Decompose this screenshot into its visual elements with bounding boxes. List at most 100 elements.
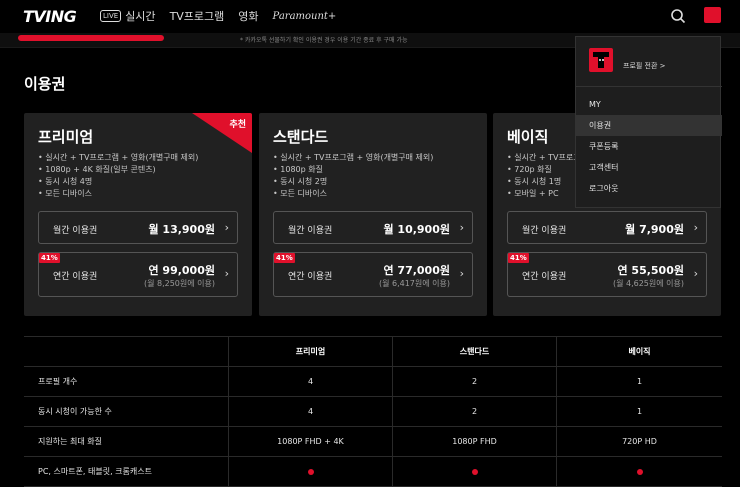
monthly-plan-button[interactable]: 월간 이용권 월 10,900원 › [273,211,473,244]
chevron-right-icon: › [459,267,464,280]
nav-paramount[interactable]: Paramount+ [273,11,337,22]
yearly-price: 연 99,000원 [148,264,215,277]
monthly-label: 월간 이용권 [522,226,567,236]
table-row: 프로필 개수 4 2 1 [24,367,722,397]
plan-comparison-table: 프리미엄 스탠다드 베이직 프로필 개수 4 2 1 동시 시청이 가능한 수 … [24,336,722,487]
profile-dropdown-menu: 프로필 전환 > MY 이용권 쿠폰등록 고객센터 로그아웃 [575,36,722,208]
table-cell: 1080P FHD [392,427,556,456]
feature-item: 1080p 화질 [273,164,433,176]
banner-note: * 카카오톡 선물하기 확인 이용권 경우 이용 기간 종료 후 구매 가능 [240,37,408,44]
table-cell: 1 [556,397,722,426]
search-icon[interactable] [670,8,686,24]
chevron-right-icon: › [693,267,698,280]
supported-dot-icon [471,468,478,475]
row-label: 프로필 개수 [38,377,78,386]
row-label: 지원하는 최대 화질 [38,437,102,446]
table-header-row: 프리미엄 스탠다드 베이직 [24,336,722,367]
feature-item: 720p 화질 [507,164,581,176]
yearly-monthly-equivalent: (월 8,250원에 이용) [143,279,215,288]
profile-face-icon [593,52,609,68]
yearly-label: 연간 이용권 [522,272,567,282]
table-cell [392,457,556,486]
recommend-badge: 추천 [229,120,246,130]
page-title: 이용권 [24,75,66,93]
plan-name: 스탠다드 [273,128,329,146]
nav-live-label: 실시간 [125,10,156,23]
main-nav: LIVE 실시간 TV프로그램 영화 Paramount+ [100,8,336,24]
chevron-right-icon: › [224,221,229,234]
tving-logo[interactable]: TVING [23,7,77,26]
feature-list: 실시간 + TV프로그램 + 영화(개별구매 제외) 1080p + 4K 화질… [38,152,198,200]
feature-item: 동시 시청 4명 [38,176,198,188]
feature-item: 모든 디바이스 [273,188,433,200]
plan-card-standard: 스탠다드 실시간 + TV프로그램 + 영화(개별구매 제외) 1080p 화질… [259,113,487,316]
table-cell: 1080P FHD + 4K [228,427,392,456]
yearly-label: 연간 이용권 [53,272,98,282]
monthly-plan-button[interactable]: 월간 이용권 월 7,900원 › [507,211,707,244]
menu-item-logout[interactable]: 로그아웃 [576,178,722,199]
table-row: 동시 시청이 가능한 수 4 2 1 [24,397,722,427]
feature-item: 동시 시청 2명 [273,176,433,188]
feature-list: 실시간 + TV프로그 720p 화질 동시 시청 1명 모바일 + PC [507,152,581,200]
chevron-right-icon: › [224,267,229,280]
yearly-plan-button[interactable]: 41% 연간 이용권 연 99,000원 (월 8,250원에 이용) › [38,252,238,297]
menu-item-support[interactable]: 고객센터 [576,157,722,178]
profile-switch-link[interactable]: 프로필 전환 > [623,61,666,71]
feature-item: 실시간 + TV프로그램 + 영화(개별구매 제외) [38,152,198,164]
chevron-right-icon: › [693,221,698,234]
table-cell: 4 [228,397,392,426]
menu-item-pass[interactable]: 이용권 [576,115,722,136]
monthly-label: 월간 이용권 [288,226,333,236]
discount-badge: 41% [508,253,529,263]
yearly-monthly-equivalent: (월 4,625원에 이용) [612,279,684,288]
discount-badge: 41% [39,253,60,263]
plan-card-premium: 추천 프리미엄 실시간 + TV프로그램 + 영화(개별구매 제외) 1080p… [24,113,252,316]
feature-item: 모든 디바이스 [38,188,198,200]
yearly-price: 연 77,000원 [383,264,450,277]
column-header: 스탠다드 [392,337,556,366]
table-row: PC, 스마트폰, 태블릿, 크롬캐스트 [24,457,722,487]
top-navigation-bar: TVING LIVE 실시간 TV프로그램 영화 Paramount+ [0,0,740,33]
feature-item: 실시간 + TV프로그 [507,152,580,164]
monthly-price: 월 7,900원 [625,223,684,236]
nav-live[interactable]: LIVE 실시간 [100,8,156,24]
banner-button[interactable] [18,35,164,41]
monthly-price: 월 13,900원 [148,223,215,236]
chevron-right-icon: › [459,221,464,234]
column-header: 베이직 [556,337,722,366]
live-icon: LIVE [100,10,122,22]
table-cell: 1 [556,367,722,396]
menu-item-my[interactable]: MY [576,94,722,115]
table-row: 지원하는 최대 화질 1080P FHD + 4K 1080P FHD 720P… [24,427,722,457]
yearly-label: 연간 이용권 [288,272,333,282]
yearly-monthly-equivalent: (월 6,417원에 이용) [378,279,450,288]
profile-avatar[interactable] [589,48,613,72]
supported-dot-icon [636,468,643,475]
nav-movie[interactable]: 영화 [238,8,258,24]
table-cell: 720P HD [556,427,722,456]
profile-avatar-button[interactable] [704,7,721,23]
yearly-price: 연 55,500원 [617,264,684,277]
table-cell: 2 [392,367,556,396]
feature-list: 실시간 + TV프로그램 + 영화(개별구매 제외) 1080p 화질 동시 시… [273,152,433,200]
yearly-plan-button[interactable]: 41% 연간 이용권 연 55,500원 (월 4,625원에 이용) › [507,252,707,297]
menu-item-coupon[interactable]: 쿠폰등록 [576,136,722,157]
plan-name: 베이직 [507,128,549,146]
feature-item: 실시간 + TV프로그램 + 영화(개별구매 제외) [273,152,433,164]
plan-name: 프리미엄 [38,128,94,146]
yearly-plan-button[interactable]: 41% 연간 이용권 연 77,000원 (월 6,417원에 이용) › [273,252,473,297]
nav-tv-program[interactable]: TV프로그램 [170,8,225,24]
table-cell: 2 [392,397,556,426]
row-label: PC, 스마트폰, 태블릿, 크롬캐스트 [38,467,152,476]
table-cell [228,457,392,486]
monthly-label: 월간 이용권 [53,226,98,236]
divider [576,86,722,87]
monthly-price: 월 10,900원 [383,223,450,236]
feature-item: 1080p + 4K 화질(일부 콘텐츠) [38,164,198,176]
feature-item: 모바일 + PC [507,188,581,200]
monthly-plan-button[interactable]: 월간 이용권 월 13,900원 › [38,211,238,244]
feature-item: 동시 시청 1명 [507,176,581,188]
discount-badge: 41% [274,253,295,263]
column-header: 프리미엄 [228,337,392,366]
table-cell: 4 [228,367,392,396]
